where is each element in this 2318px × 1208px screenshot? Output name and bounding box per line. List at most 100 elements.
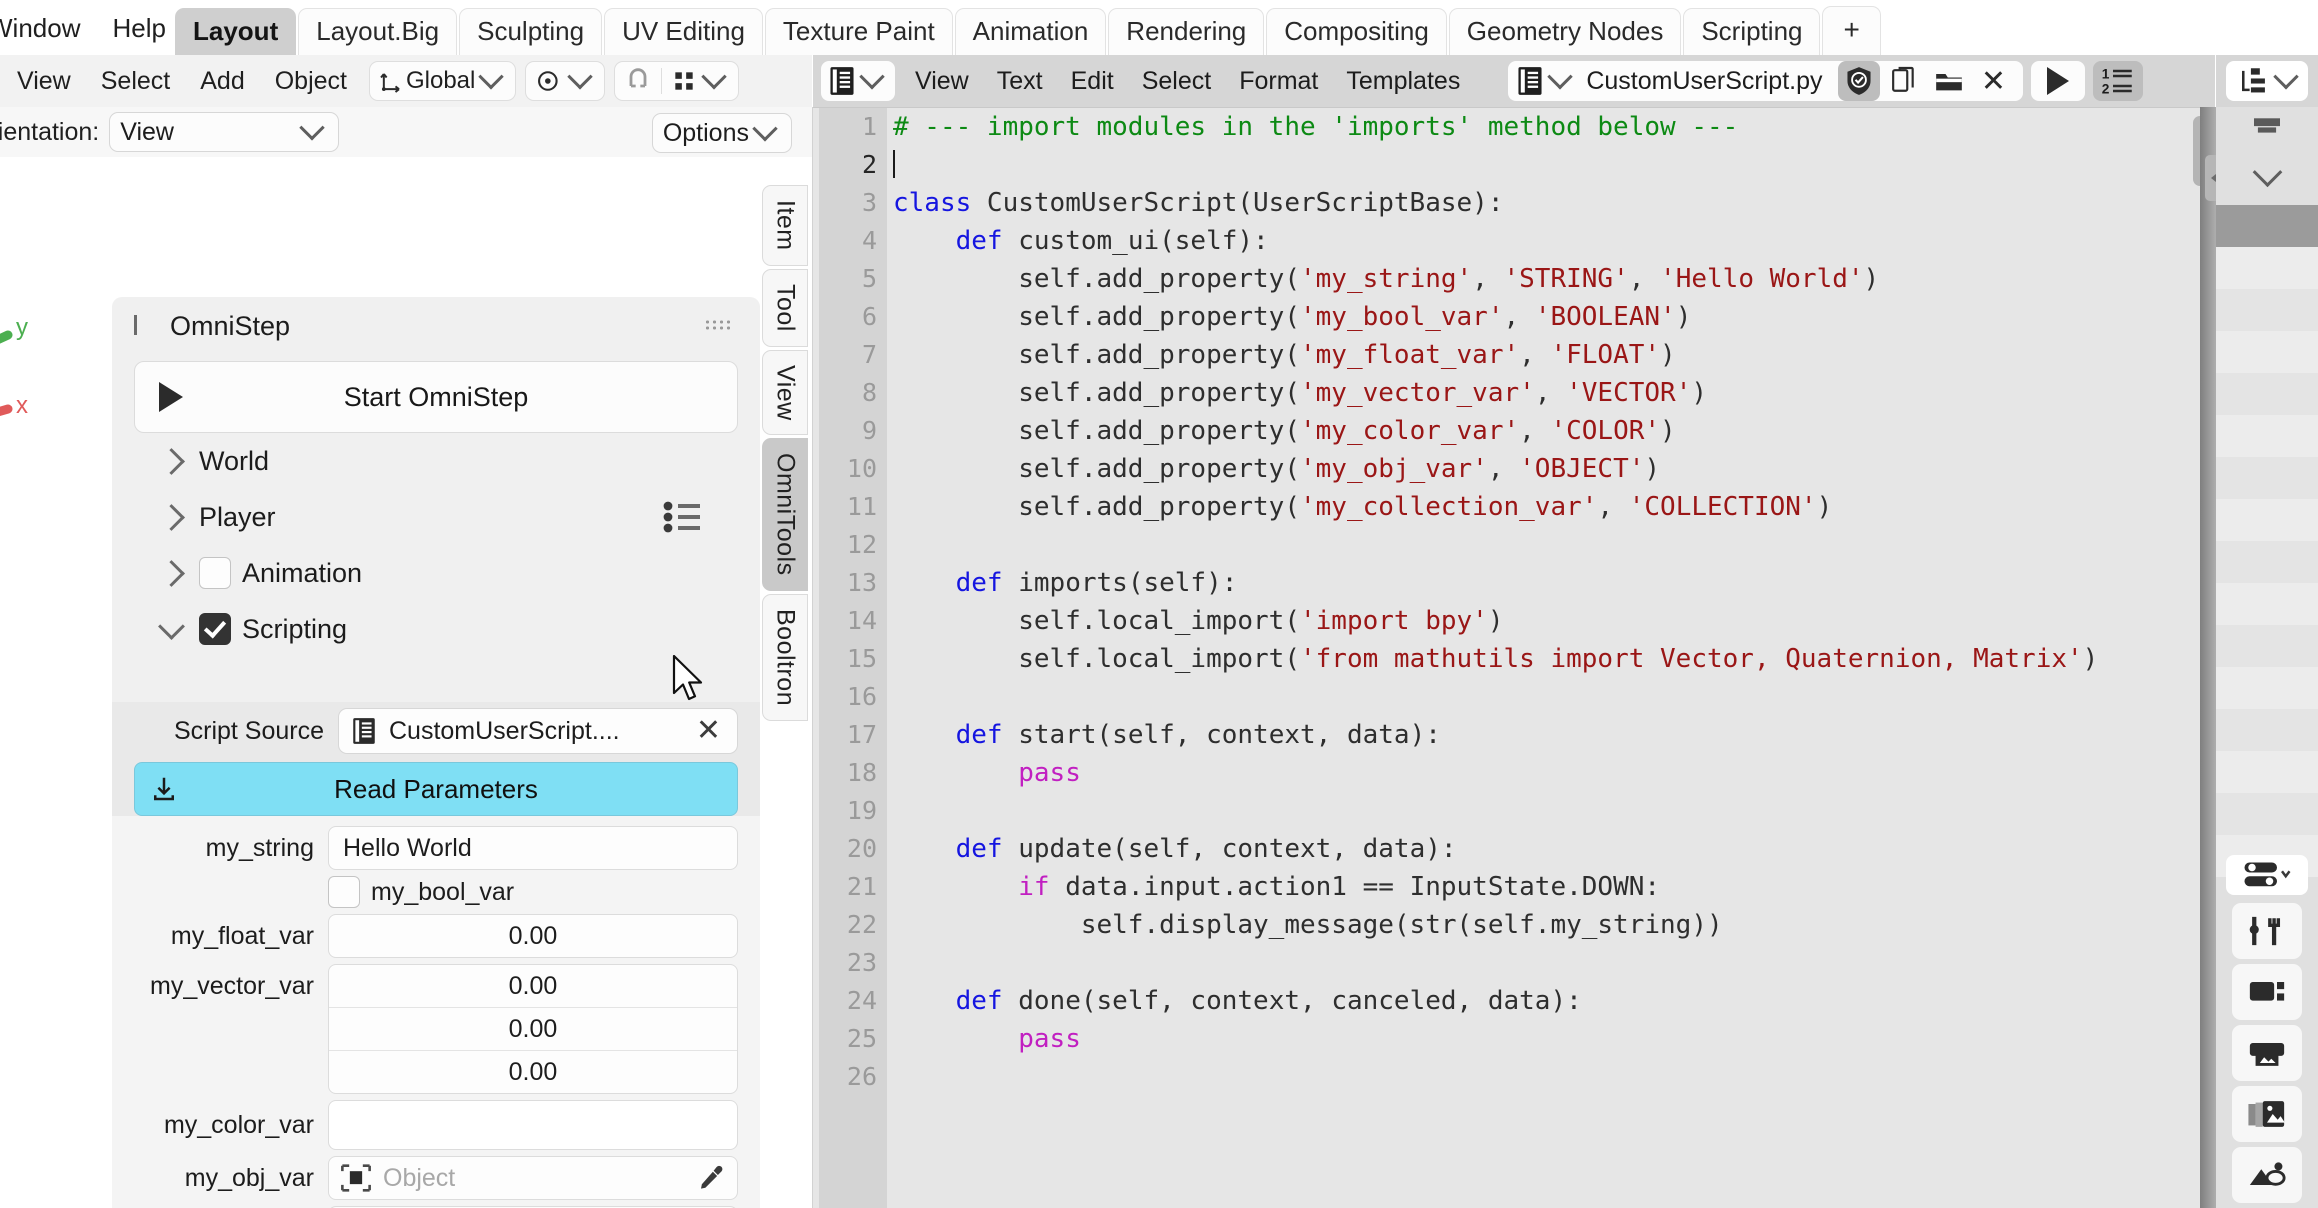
npanel-tab-tool[interactable]: Tool [762,268,808,347]
viewport-menu-object[interactable]: Object [262,62,360,101]
properties-tab-render[interactable] [2232,964,2302,1020]
area-separator[interactable] [2200,107,2216,1208]
code-line[interactable]: self.local_import('from mathutils import… [893,640,2175,678]
workspace-tab-sculpting[interactable]: Sculpting [459,8,603,55]
section-world[interactable]: World [112,433,760,489]
code-line[interactable] [893,792,2175,830]
panel-header[interactable]: OmniStep [112,297,760,355]
section-animation-checkbox[interactable] [199,557,231,589]
render-engine-toggle[interactable] [2226,855,2308,895]
property-checkbox-my-bool-var[interactable] [328,876,360,908]
close-icon[interactable]: ✕ [692,716,725,746]
properties-band[interactable] [2216,499,2318,541]
code-line[interactable]: pass [893,1020,2175,1058]
properties-expand-row[interactable] [2216,153,2318,199]
code-line[interactable]: self.add_property('my_collection_var', '… [893,488,2175,526]
trusted-source-button[interactable] [1837,61,1880,101]
read-parameters-button[interactable]: Read Parameters [134,762,738,816]
code-line[interactable] [893,678,2175,716]
editor-menu-format[interactable]: Format [1225,62,1332,101]
property-input-my-obj-var[interactable]: Object [328,1156,738,1200]
editor-type-selector[interactable] [821,61,895,101]
viewport-menu-view[interactable]: View [4,62,84,101]
properties-band[interactable] [2216,667,2318,709]
properties-band[interactable] [2216,793,2318,835]
workspace-tab-layout[interactable]: Layout [175,8,297,55]
properties-band-selected[interactable] [2216,205,2318,247]
properties-band[interactable] [2216,457,2318,499]
panel-drag-grip[interactable] [704,319,730,331]
vector-component-y[interactable]: 0.00 [329,1008,737,1051]
code-line[interactable]: self.local_import('import bpy') [893,602,2175,640]
panel-collapse-toggle[interactable] [134,315,156,337]
code-line[interactable]: self.add_property('my_color_var', 'COLOR… [893,412,2175,450]
vector-component-z[interactable]: 0.00 [329,1051,737,1093]
code-line[interactable] [893,146,2175,184]
menu-help[interactable]: Help [96,9,181,48]
eyedropper-icon[interactable] [695,1163,727,1193]
npanel-tab-omnitools[interactable]: OmniTools [762,438,808,591]
properties-band[interactable] [2216,709,2318,751]
properties-band[interactable] [2216,331,2318,373]
code-line[interactable] [893,944,2175,982]
property-input-my-float-var[interactable]: 0.00 [328,914,738,958]
workspace-tab-layout-big[interactable]: Layout.Big [298,8,458,55]
code-line[interactable]: self.add_property('my_vector_var', 'VECT… [893,374,2175,412]
open-file-button[interactable] [1927,61,1970,101]
magnet-toggle[interactable] [615,65,661,98]
property-input-my-vector-var[interactable]: 0.00 0.00 0.00 [328,964,738,1094]
property-input-my-string[interactable]: Hello World [328,826,738,870]
editor-menu-view[interactable]: View [901,62,983,101]
code-line[interactable]: class CustomUserScript(UserScriptBase): [893,184,2175,222]
script-source-field[interactable]: CustomUserScript.... ✕ [338,708,738,754]
code-line[interactable]: self.add_property('my_string', 'STRING',… [893,260,2175,298]
snapping-dropdown[interactable] [525,61,606,101]
new-text-button[interactable] [1882,61,1925,101]
code-line[interactable]: def start(self, context, data): [893,716,2175,754]
code-line[interactable]: def update(self, context, data): [893,830,2175,868]
code-line[interactable]: if data.input.action1 == InputState.DOWN… [893,868,2175,906]
snap-toggle-group[interactable] [614,61,740,101]
properties-tab-view-layer[interactable] [2232,1086,2302,1142]
properties-band[interactable] [2216,625,2318,667]
viewport-options-dropdown[interactable]: Options [651,113,792,153]
editor-menu-text[interactable]: Text [983,62,1057,101]
editor-menu-templates[interactable]: Templates [1332,62,1474,101]
properties-band[interactable] [2216,415,2318,457]
properties-band[interactable] [2216,373,2318,415]
code-line[interactable]: # --- import modules in the 'imports' me… [893,108,2175,146]
npanel-tab-view[interactable]: View [762,349,808,436]
npanel-tab-booltron[interactable]: Booltron [762,593,808,721]
code-line[interactable]: self.add_property('my_float_var', 'FLOAT… [893,336,2175,374]
code-line[interactable]: self.display_message(str(self.my_string)… [893,906,2175,944]
properties-band[interactable] [2216,583,2318,625]
properties-band[interactable] [2216,247,2318,289]
workspace-tab-geometry-nodes[interactable]: Geometry Nodes [1448,8,1682,55]
close-file-button[interactable]: ✕ [1972,61,2015,101]
code-line[interactable]: def imports(self): [893,564,2175,602]
code-line[interactable] [893,1058,2175,1096]
properties-collection-row[interactable] [2216,107,2318,153]
code-line[interactable]: self.add_property('my_obj_var', 'OBJECT'… [893,450,2175,488]
editor-menu-edit[interactable]: Edit [1057,62,1128,101]
code-line[interactable]: pass [893,754,2175,792]
navigation-gizmo[interactable]: y x [0,277,110,477]
viewport-menu-add[interactable]: Add [187,62,257,101]
orientation-select[interactable]: View [109,112,340,152]
code-line[interactable]: self.add_property('my_bool_var', 'BOOLEA… [893,298,2175,336]
properties-tab-output[interactable] [2232,1025,2302,1081]
line-numbers-toggle[interactable]: 1 2 [2092,61,2143,101]
section-player[interactable]: Player [112,489,760,545]
properties-band[interactable] [2216,541,2318,583]
properties-tab-scene[interactable] [2232,1147,2302,1203]
code-area[interactable]: 1 2 3 4 5 6 7 8 9 10 11 12 13 14 15 16 17 18 19 20 21 22 23 24 2… [813,108,2215,1208]
editor-menu-select[interactable]: Select [1128,62,1225,101]
properties-band[interactable] [2216,289,2318,331]
list-icon[interactable] [662,500,704,534]
text-datablock-field[interactable]: CustomUserScript.py ✕ [1508,61,2023,101]
vector-component-x[interactable]: 0.00 [329,965,737,1008]
workspace-tab-uv-editing[interactable]: UV Editing [604,8,763,55]
workspace-tab-compositing[interactable]: Compositing [1266,8,1447,55]
property-swatch-my-color-var[interactable] [328,1100,738,1150]
menu-window[interactable]: Window [0,9,96,48]
